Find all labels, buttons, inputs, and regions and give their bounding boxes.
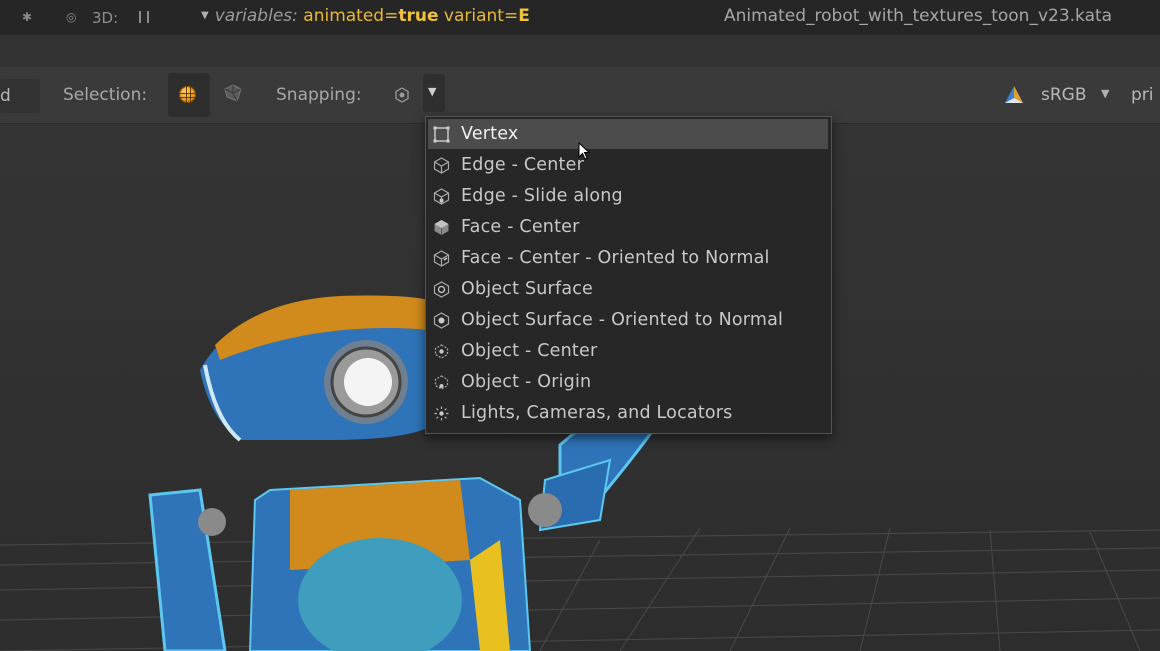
color-management-icon[interactable] [1003, 84, 1025, 106]
var-animated-eq: = [384, 6, 399, 26]
menu-item-label: Edge - Center [461, 155, 584, 175]
color-space-label[interactable]: sRGB [1041, 85, 1087, 105]
toolbar-right-label[interactable]: pri [1131, 85, 1154, 105]
toolbar-left-button[interactable]: d [0, 79, 40, 113]
selection-label: Selection: [63, 85, 148, 105]
menu-item-label: Object Surface [461, 279, 594, 299]
snapping-label: Snapping: [276, 85, 362, 105]
lights-cameras-icon [434, 406, 449, 421]
mouse-cursor-icon [578, 142, 591, 160]
selection-object-button[interactable] [168, 73, 210, 117]
menu-item-object-origin[interactable]: Object - Origin [428, 367, 828, 397]
menu-item-object-center[interactable]: Object - Center [428, 336, 828, 366]
menu-item-label: Object Surface - Oriented to Normal [461, 310, 784, 330]
object-surface-normal-icon [433, 312, 450, 329]
menu-item-face-center[interactable]: Face - Center [428, 212, 828, 242]
var-variant-eq: = [503, 6, 519, 26]
mode-label: 3D: [92, 9, 119, 27]
variables-bar[interactable]: ▼ variables: animated=true variant=E [201, 6, 530, 26]
var-variant-value: E [518, 6, 530, 26]
toolbar-left-label: d [0, 86, 11, 106]
caret-down-icon[interactable]: ▼ [201, 10, 209, 21]
menu-item-label: Object - Center [461, 341, 598, 361]
snapping-dropdown-button[interactable]: ▼ [423, 74, 445, 112]
face-normal-icon [433, 250, 450, 267]
menu-item-lights-cameras[interactable]: Lights, Cameras, and Locators [428, 398, 828, 428]
var-variant-key: variant [443, 6, 504, 26]
spiral-icon[interactable]: ◎ [66, 10, 76, 24]
menu-item-object-surface[interactable]: Object Surface [428, 274, 828, 304]
vertex-snap-icon [433, 126, 450, 143]
pause-icon[interactable]: ❙❙ [135, 9, 153, 23]
top-status-bar: ✱ ◎ 3D: ❙❙ ▼ variables: animated=true var… [0, 0, 1160, 35]
variables-label: variables: [214, 6, 298, 26]
menu-item-edge-slide[interactable]: Edge - Slide along [428, 181, 828, 211]
file-name: Animated_robot_with_textures_toon_v23.ka… [724, 6, 1113, 26]
object-select-icon [179, 86, 196, 103]
var-animated-key: animated [303, 6, 385, 26]
bug-icon[interactable]: ✱ [22, 10, 32, 24]
edge-center-icon [433, 157, 450, 174]
menu-item-label: Object - Origin [461, 372, 592, 392]
tab-strip [0, 35, 1160, 67]
edge-slide-icon [433, 188, 450, 205]
object-center-icon [434, 344, 449, 359]
object-surface-icon [433, 281, 450, 298]
menu-item-label: Lights, Cameras, and Locators [461, 403, 733, 423]
var-animated-value: true [398, 6, 439, 26]
menu-item-vertex[interactable]: Vertex [428, 119, 828, 149]
object-origin-icon [434, 375, 449, 390]
menu-item-label: Edge - Slide along [461, 186, 623, 206]
snap-target-icon[interactable] [393, 86, 411, 104]
caret-down-icon: ▼ [428, 85, 437, 98]
menu-item-face-normal[interactable]: Face - Center - Oriented to Normal [428, 243, 828, 273]
caret-down-icon[interactable]: ▼ [1101, 87, 1109, 100]
snapping-menu: Vertex Edge - Center Edge - Slide along … [425, 116, 832, 434]
menu-item-label: Vertex [461, 124, 519, 144]
menu-item-object-surface-normal[interactable]: Object Surface - Oriented to Normal [428, 305, 828, 335]
face-center-icon [434, 220, 449, 235]
face-select-icon[interactable] [224, 84, 242, 102]
menu-item-label: Face - Center [461, 217, 580, 237]
menu-item-edge-center[interactable]: Edge - Center [428, 150, 828, 180]
menu-item-label: Face - Center - Oriented to Normal [461, 248, 770, 268]
